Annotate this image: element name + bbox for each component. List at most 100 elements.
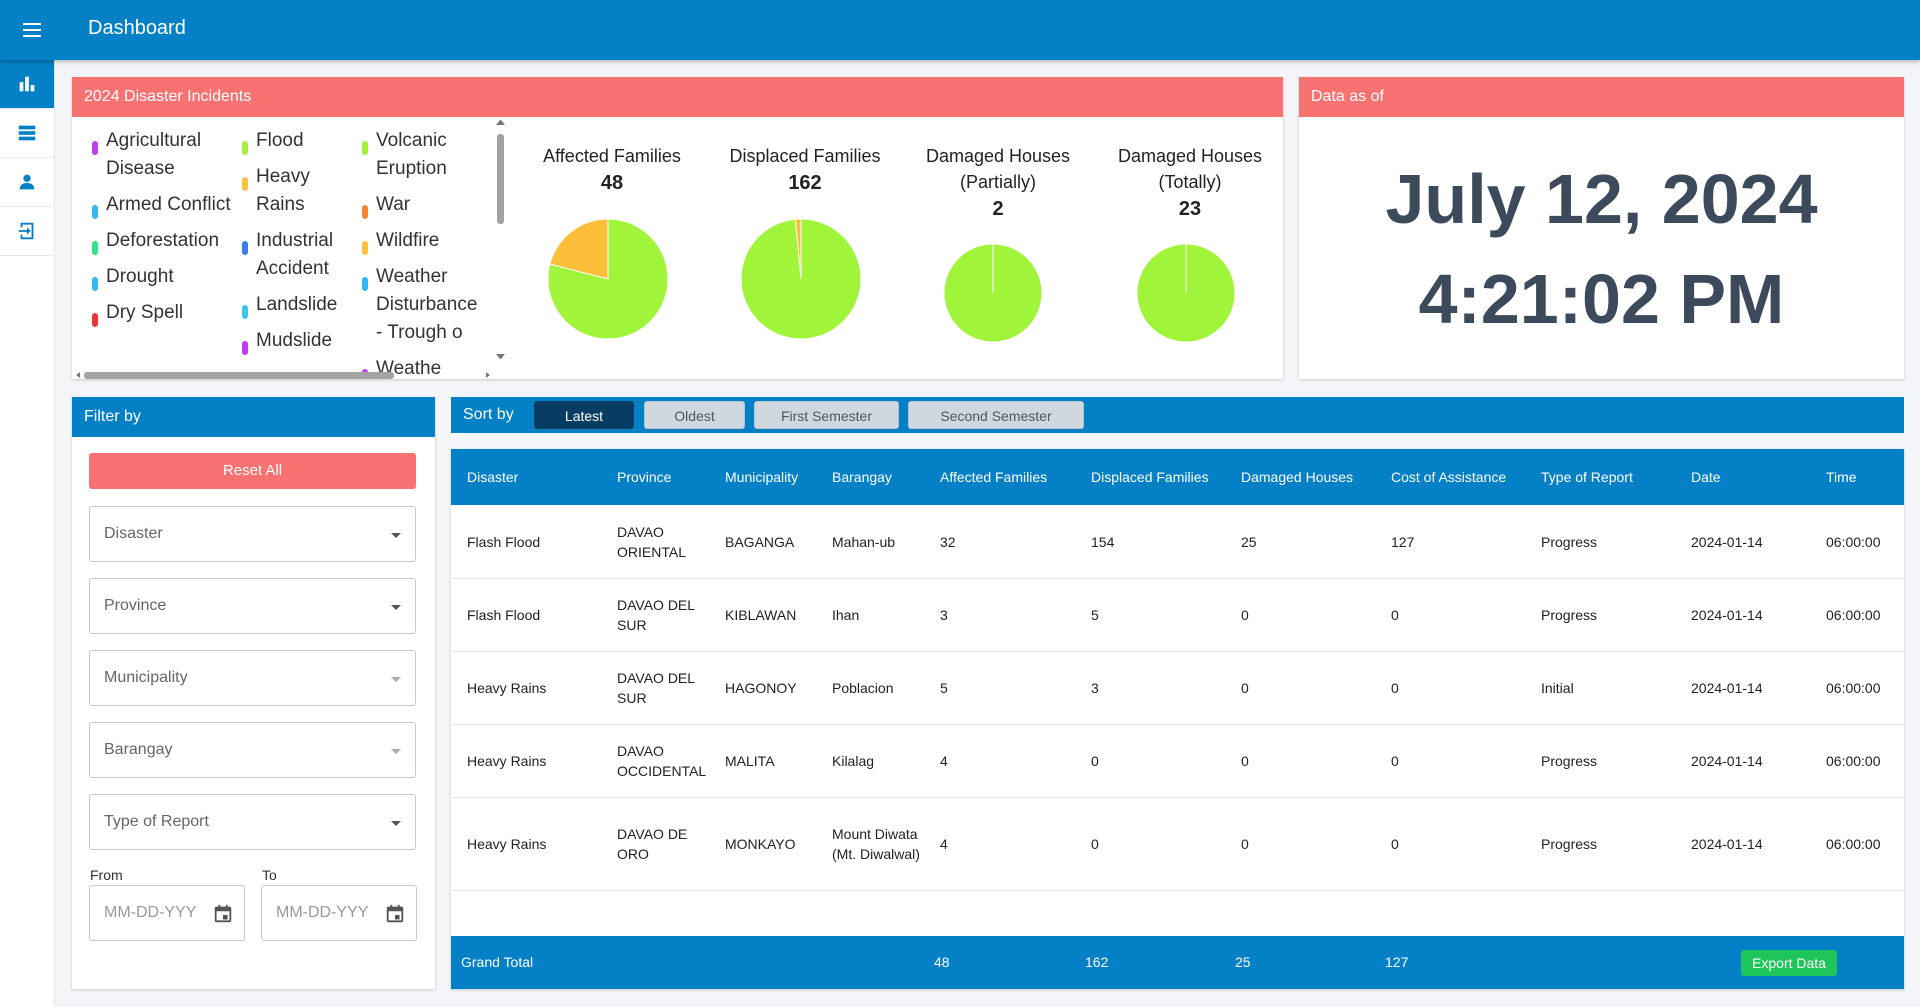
chevron-down-icon bbox=[391, 677, 401, 682]
list-icon bbox=[18, 125, 36, 141]
table-row[interactable]: Heavy Rains DAVAO DE ORO MONKAYO Mount Diwa… bbox=[451, 798, 1904, 891]
cell-time: 06:00:00 bbox=[1826, 607, 1881, 623]
filter-card-title: Filter by bbox=[72, 397, 435, 437]
barangay-select-label: Barangay bbox=[104, 741, 173, 758]
grand-total-affected: 48 bbox=[934, 954, 950, 970]
table-header: Disaster Province Municipality Barangay … bbox=[451, 449, 1904, 505]
municipality-select-label: Municipality bbox=[104, 669, 188, 686]
cell-cost: 0 bbox=[1391, 836, 1399, 852]
pie-affected-families[interactable] bbox=[547, 218, 669, 340]
cell-type: Progress bbox=[1541, 836, 1598, 852]
grand-total-damaged: 25 bbox=[1235, 954, 1251, 970]
from-label: From bbox=[90, 867, 123, 883]
cell-municipality: MONKAYO bbox=[725, 836, 796, 852]
calendar-icon[interactable] bbox=[212, 903, 234, 925]
export-data-button[interactable]: Export Data bbox=[1741, 950, 1837, 976]
cell-type: Progress bbox=[1541, 533, 1598, 550]
sidebar-item-logout[interactable] bbox=[0, 207, 54, 256]
sort-oldest-button[interactable]: Oldest bbox=[644, 401, 745, 429]
sort-second-semester-button[interactable]: Second Semester bbox=[908, 401, 1084, 429]
cell-displaced: 0 bbox=[1091, 836, 1099, 852]
cell-damaged: 0 bbox=[1241, 753, 1249, 769]
sort-by-label: Sort by bbox=[463, 406, 514, 423]
cell-displaced: 5 bbox=[1091, 607, 1099, 623]
cell-date: 2024-01-14 bbox=[1691, 753, 1763, 769]
pie-displaced-families[interactable] bbox=[740, 218, 862, 340]
data-as-of-title: Data as of bbox=[1299, 77, 1904, 117]
table-row[interactable]: Heavy Rains DAVAO DEL SUR HAGONOY Poblacion… bbox=[451, 652, 1904, 725]
cell-date: 2024-01-14 bbox=[1691, 680, 1763, 696]
data-as-of-date: July 12, 2024 bbox=[1385, 160, 1818, 238]
column-header-damaged-houses[interactable]: Damaged Houses bbox=[1241, 469, 1353, 485]
chevron-down-icon bbox=[391, 749, 401, 754]
column-header-municipality[interactable]: Municipality bbox=[725, 469, 798, 485]
cell-barangay: Ihan bbox=[832, 607, 860, 623]
cell-affected: 32 bbox=[940, 533, 956, 550]
cell-damaged: 0 bbox=[1241, 836, 1249, 852]
province-select[interactable]: Province bbox=[89, 578, 416, 634]
person-icon bbox=[19, 174, 35, 190]
column-header-disaster[interactable]: Disaster bbox=[467, 469, 518, 485]
table-row[interactable]: Heavy Rains DAVAO OCCIDENTAL MALITA Kilalag… bbox=[451, 725, 1904, 798]
cell-displaced: 0 bbox=[1091, 753, 1099, 769]
cell-displaced: 154 bbox=[1091, 533, 1115, 550]
legend-vertical-scrollbar[interactable] bbox=[496, 120, 505, 360]
from-date-input[interactable]: MM-DD-YYY bbox=[89, 885, 245, 941]
table-row[interactable]: Flash Flood DAVAO DEL SUR KIBLAWAN Ihan 3 5 0 0… bbox=[451, 579, 1904, 652]
calendar-icon[interactable] bbox=[384, 903, 406, 925]
to-date-input[interactable]: MM-DD-YYY bbox=[261, 885, 417, 941]
cell-disaster: Heavy Rains bbox=[467, 680, 547, 696]
pie-damaged-partially[interactable] bbox=[943, 243, 1043, 343]
cell-municipality: HAGONOY bbox=[725, 680, 797, 696]
cell-time: 06:00:00 bbox=[1826, 753, 1881, 769]
disaster-select[interactable]: Disaster bbox=[89, 506, 416, 562]
column-header-cost-of-assistance[interactable]: Cost of Assistance bbox=[1391, 469, 1506, 485]
reset-all-button[interactable]: Reset All bbox=[89, 453, 416, 489]
cell-disaster: Flash Flood bbox=[467, 607, 541, 623]
sidebar-item-user[interactable] bbox=[0, 158, 54, 207]
sort-first-semester-button[interactable]: First Semester bbox=[754, 401, 899, 429]
sort-bar: Sort by Latest Oldest First Semester Sec… bbox=[451, 397, 1904, 433]
cell-barangay: Kilalag bbox=[832, 753, 875, 769]
cell-province: DAVAO DEL SUR bbox=[617, 597, 695, 633]
sidebar-item-list[interactable] bbox=[0, 109, 54, 158]
cell-barangay: Mount Diwata (Mt. Diwalwal) bbox=[832, 826, 920, 862]
cell-date: 2024-01-14 bbox=[1691, 607, 1763, 623]
column-header-affected-families[interactable]: Affected Families bbox=[940, 469, 1047, 485]
legend-horizontal-scrollbar[interactable] bbox=[74, 370, 494, 380]
cell-disaster: Heavy Rains bbox=[467, 753, 547, 769]
grand-total-cost: 127 bbox=[1385, 954, 1409, 970]
cell-affected: 4 bbox=[940, 836, 948, 852]
column-header-time[interactable]: Time bbox=[1826, 469, 1857, 485]
pie-damaged-totally[interactable] bbox=[1136, 243, 1236, 343]
to-label: To bbox=[262, 867, 277, 883]
cell-displaced: 3 bbox=[1091, 680, 1099, 696]
cell-type: Initial bbox=[1541, 680, 1574, 696]
cell-cost: 0 bbox=[1391, 607, 1399, 623]
sort-latest-button[interactable]: Latest bbox=[534, 401, 634, 429]
cell-time: 06:00:00 bbox=[1826, 533, 1881, 550]
cell-cost: 0 bbox=[1391, 680, 1399, 696]
cell-affected: 4 bbox=[940, 753, 948, 769]
cell-affected: 5 bbox=[940, 680, 948, 696]
column-header-barangay[interactable]: Barangay bbox=[832, 469, 892, 485]
sidebar-item-dashboard[interactable] bbox=[0, 60, 54, 109]
cell-barangay: Mahan-ub bbox=[832, 533, 896, 550]
cell-municipality: KIBLAWAN bbox=[725, 607, 797, 623]
incidents-table: Disaster Province Municipality Barangay … bbox=[451, 449, 1904, 989]
column-header-date[interactable]: Date bbox=[1691, 469, 1721, 485]
cell-barangay: Poblacion bbox=[832, 680, 894, 696]
column-header-displaced-families[interactable]: Displaced Families bbox=[1091, 469, 1208, 485]
hamburger-menu-icon[interactable] bbox=[20, 18, 44, 42]
column-header-type-of-report[interactable]: Type of Report bbox=[1541, 469, 1633, 485]
chevron-down-icon bbox=[391, 605, 401, 610]
type-of-report-select[interactable]: Type of Report bbox=[89, 794, 416, 850]
cell-time: 06:00:00 bbox=[1826, 836, 1881, 852]
column-header-province[interactable]: Province bbox=[617, 469, 671, 485]
bar-chart-icon bbox=[19, 76, 35, 92]
barangay-select[interactable]: Barangay bbox=[89, 722, 416, 778]
table-row[interactable]: Flash Flood DAVAO ORIENTAL BAGANGA Mahan-ub… bbox=[451, 505, 1904, 579]
municipality-select[interactable]: Municipality bbox=[89, 650, 416, 706]
province-select-label: Province bbox=[104, 597, 167, 614]
cell-disaster: Heavy Rains bbox=[467, 836, 547, 852]
